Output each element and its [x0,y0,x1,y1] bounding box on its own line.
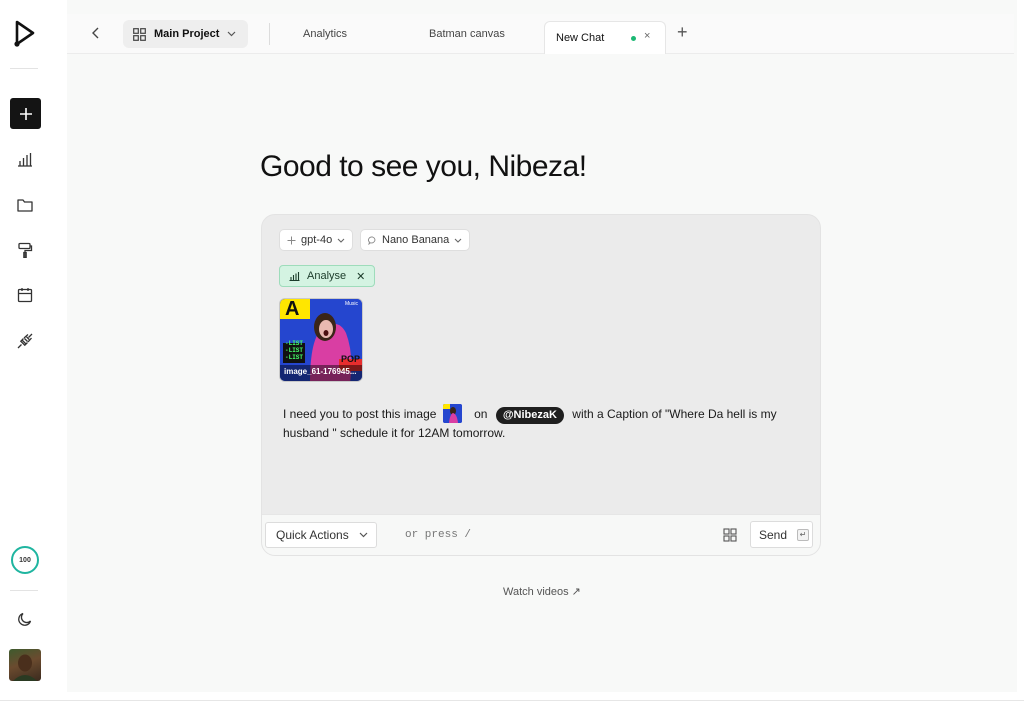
chat-bubble-icon [368,236,376,245]
message-part: I need you to post this image [283,407,437,421]
plus-icon [19,107,32,120]
add-tab-button[interactable]: + [677,23,688,41]
dark-mode-icon[interactable] [16,610,34,628]
credits-badge[interactable]: 100 [11,546,39,574]
back-button[interactable] [87,24,105,42]
attachment-pop-text: POP [341,354,361,364]
project-selector[interactable]: Main Project [123,20,249,48]
paint-roller-icon[interactable] [16,241,34,259]
tab-label: New Chat [556,32,605,44]
mention-tag[interactable]: @NibezaK [495,407,564,424]
app-logo-icon[interactable] [14,20,36,48]
bottom-divider [0,700,1024,701]
tab-bar: Main Project Analytics Batman canvas New… [67,14,1014,54]
sidebar-divider [10,68,38,69]
chevron-down-icon [454,238,462,243]
project-label: Main Project [154,28,220,40]
attachment-music-badge: Music [344,301,358,307]
attachment-letter: A [285,298,300,320]
analytics-nav-icon[interactable] [16,150,34,168]
calendar-icon[interactable] [16,286,34,304]
attachment-list-text: -LIST [285,354,304,361]
chevron-down-icon [337,238,345,243]
grid-icon[interactable] [722,527,738,543]
send-button[interactable]: Send ↵ [750,521,813,548]
chat-composer: gpt-4o Nano Banana Analyse ✕ A Music -LI… [261,214,821,556]
watch-videos-link[interactable]: Watch videos ↗ [503,585,581,598]
model-label: gpt-4o [301,234,333,246]
image-attachment[interactable]: A Music -LIST -LIST -LIST POP image_61-1… [279,298,363,382]
model-selector[interactable]: gpt-4o [279,229,354,251]
sidebar: 100 [0,0,52,705]
chevron-left-icon [92,27,99,39]
inline-image-thumb [442,404,462,423]
send-label: Send [759,527,788,542]
tab-batman-canvas[interactable]: Batman canvas [429,28,505,40]
greeting-heading: Good to see you, Nibeza! [260,150,587,183]
enter-key-icon: ↵ [797,528,810,541]
folder-icon[interactable] [16,196,34,214]
sidebar-divider [10,590,38,591]
new-chat-button[interactable] [10,98,41,129]
tab-close-icon[interactable]: × [644,30,650,42]
credits-value: 100 [19,556,31,564]
plus-icon [287,236,296,244]
quick-actions-label: Quick Actions [276,528,349,542]
analyse-tag[interactable]: Analyse ✕ [279,265,376,287]
tab-new-chat[interactable]: New Chat × [544,21,666,54]
chevron-down-icon [227,31,236,37]
avatar[interactable] [9,649,41,681]
message-text[interactable]: I need you to post this image on @Nibeza… [283,404,793,443]
chart-icon [289,272,300,281]
composer-toolbar: Quick Actions or press / Send ↵ [262,514,820,555]
avatar-image [13,654,37,681]
attachment-list-text: -LIST [285,347,304,354]
tool-label: Nano Banana [382,234,450,246]
message-part: on [474,407,488,421]
plug-icon[interactable] [16,332,34,350]
remove-analyse-icon[interactable]: ✕ [356,270,365,283]
quick-actions-dropdown[interactable]: Quick Actions [265,522,377,548]
status-dot [631,36,636,41]
grid-icon [133,27,146,41]
tool-selector[interactable]: Nano Banana [360,229,471,251]
main-area: Main Project Analytics Batman canvas New… [67,0,1017,692]
tab-separator [269,23,270,45]
attachment-filename: image_61-176945... [284,367,357,376]
attachment-list-text: -LIST [285,340,304,347]
chevron-down-icon [359,532,368,538]
analyse-label: Analyse [307,270,347,282]
shortcut-hint: or press / [405,529,472,541]
tab-analytics[interactable]: Analytics [303,28,347,40]
